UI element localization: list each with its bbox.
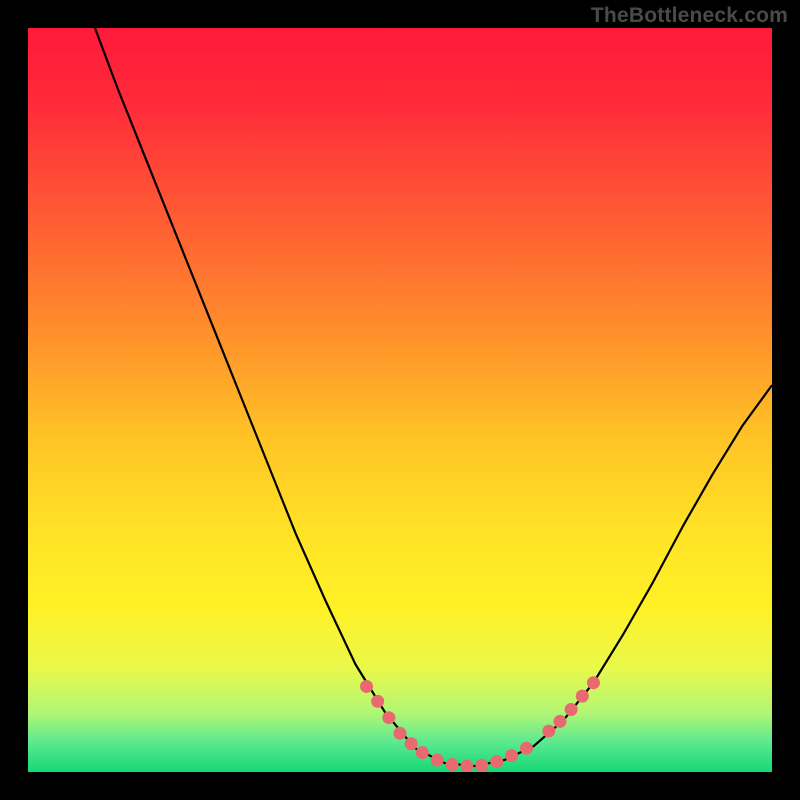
marker-dot — [394, 727, 407, 740]
marker-dot — [431, 754, 444, 767]
marker-dot — [490, 755, 503, 768]
marker-dot — [565, 703, 578, 716]
marker-dot — [446, 758, 459, 771]
marker-dot — [520, 742, 533, 755]
marker-dot — [587, 676, 600, 689]
marker-dot — [505, 749, 518, 762]
marker-dot — [475, 759, 488, 772]
watermark-text: TheBottleneck.com — [591, 4, 788, 28]
marker-dot — [460, 760, 473, 772]
marker-dot — [542, 725, 555, 738]
gradient-background — [28, 28, 772, 772]
chart-container: TheBottleneck.com — [0, 0, 800, 800]
marker-dot — [405, 737, 418, 750]
marker-dot — [382, 711, 395, 724]
marker-dot — [416, 746, 429, 759]
plot-area — [28, 28, 772, 772]
marker-dot — [576, 690, 589, 703]
marker-dot — [553, 715, 566, 728]
marker-dot — [360, 680, 373, 693]
chart-svg — [28, 28, 772, 772]
marker-dot — [371, 695, 384, 708]
